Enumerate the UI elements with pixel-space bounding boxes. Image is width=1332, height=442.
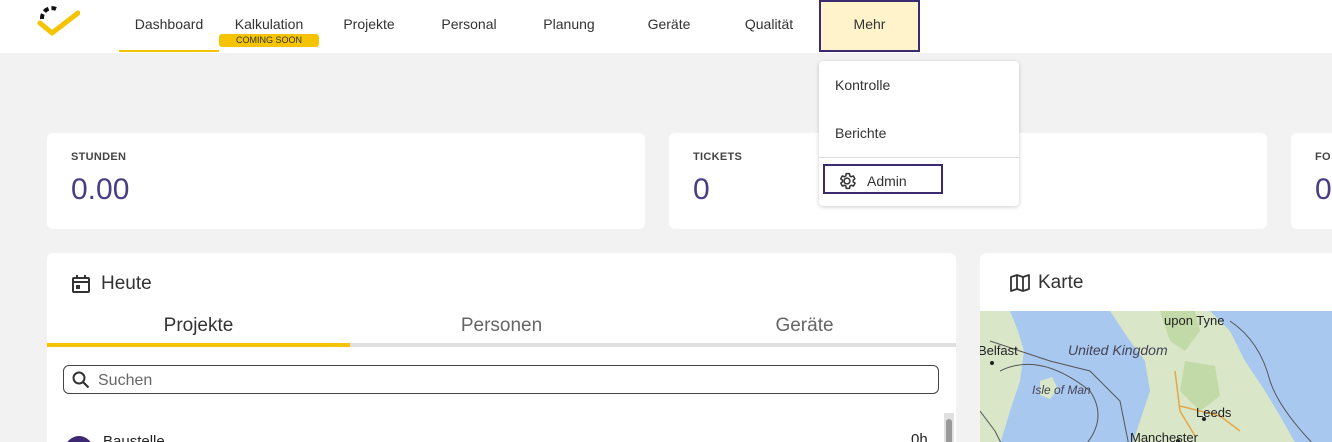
nav-mehr[interactable]: Mehr	[819, 0, 920, 52]
nav-planung[interactable]: Planung	[519, 0, 619, 52]
stat-card-partial: FO 0	[1291, 133, 1332, 229]
nav-qualitaet[interactable]: Qualität	[719, 0, 819, 52]
stat-value: 0.00	[71, 173, 130, 206]
map-label: upon Tyne	[1164, 313, 1225, 328]
active-tab-indicator	[47, 343, 350, 347]
map-icon	[1010, 274, 1030, 292]
stat-label: FO	[1315, 151, 1331, 163]
tab-projekte[interactable]: Projekte	[47, 315, 350, 345]
menu-item-kontrolle[interactable]: Kontrolle	[835, 77, 890, 93]
nav-projekte[interactable]: Projekte	[319, 0, 419, 52]
nav-projekte-label: Projekte	[343, 16, 395, 32]
calendar-icon	[72, 275, 90, 293]
map-label: United Kingdom	[1068, 342, 1168, 358]
coming-soon-badge: COMING SOON	[219, 34, 319, 47]
nav-dashboard[interactable]: Dashboard	[119, 0, 219, 52]
map-terrain	[980, 311, 1312, 442]
stat-label: STUNDEN	[71, 151, 127, 163]
today-title: Heute	[101, 273, 152, 294]
stat-label: TICKETS	[693, 151, 743, 163]
nav-geraete-label: Geräte	[647, 16, 691, 32]
nav-planung-label: Planung	[543, 16, 595, 32]
stat-value: 0	[1315, 173, 1332, 206]
stat-card-stunden: STUNDEN 0.00	[47, 133, 645, 229]
menu-item-admin-label: Admin	[867, 173, 907, 189]
nav-personal-label: Personal	[441, 16, 497, 32]
list-item-value: 0h	[911, 431, 928, 442]
nav-kalkulation[interactable]: Kalkulation COMING SOON	[219, 0, 319, 52]
map-panel: Karte upon Tyne Belfast United Kingdom I…	[980, 253, 1332, 442]
mehr-dropdown-menu: Kontrolle Berichte Admin	[819, 61, 1019, 206]
tab-geraete[interactable]: Geräte	[653, 315, 956, 345]
map-title: Karte	[1038, 272, 1084, 293]
app-logo-icon[interactable]	[36, 5, 80, 37]
search-field[interactable]	[63, 365, 939, 394]
menu-item-berichte[interactable]: Berichte	[835, 125, 886, 141]
nav-personal[interactable]: Personal	[419, 0, 519, 52]
menu-item-admin[interactable]: Admin	[823, 164, 943, 194]
search-icon	[72, 371, 90, 389]
avatar	[65, 436, 93, 442]
map-label: Belfast	[980, 343, 1018, 358]
search-input[interactable]	[96, 370, 920, 392]
menu-divider	[819, 157, 1019, 158]
nav-qualitaet-label: Qualität	[744, 16, 794, 32]
nav-mehr-label: Mehr	[853, 16, 886, 32]
stat-value: 0	[693, 173, 710, 206]
tab-personen[interactable]: Personen	[350, 315, 653, 345]
nav-geraete[interactable]: Geräte	[619, 0, 719, 52]
top-navigation-bar: Dashboard Kalkulation COMING SOON Projek…	[0, 0, 1332, 53]
scrollbar-thumb[interactable]	[946, 419, 952, 442]
map-label: Leeds	[1196, 405, 1232, 420]
today-panel: Heute Projekte Personen Geräte Baustelle…	[47, 253, 956, 442]
nav-kalkulation-label: Kalkulation	[234, 16, 304, 32]
map-label: Isle of Man	[1032, 383, 1091, 397]
map-label: Manchester	[1130, 430, 1198, 442]
list-item-name[interactable]: Baustelle	[103, 433, 165, 442]
map-view[interactable]: upon Tyne Belfast United Kingdom Isle of…	[980, 311, 1332, 442]
gear-icon	[839, 172, 856, 190]
nav-dashboard-label: Dashboard	[134, 16, 204, 32]
